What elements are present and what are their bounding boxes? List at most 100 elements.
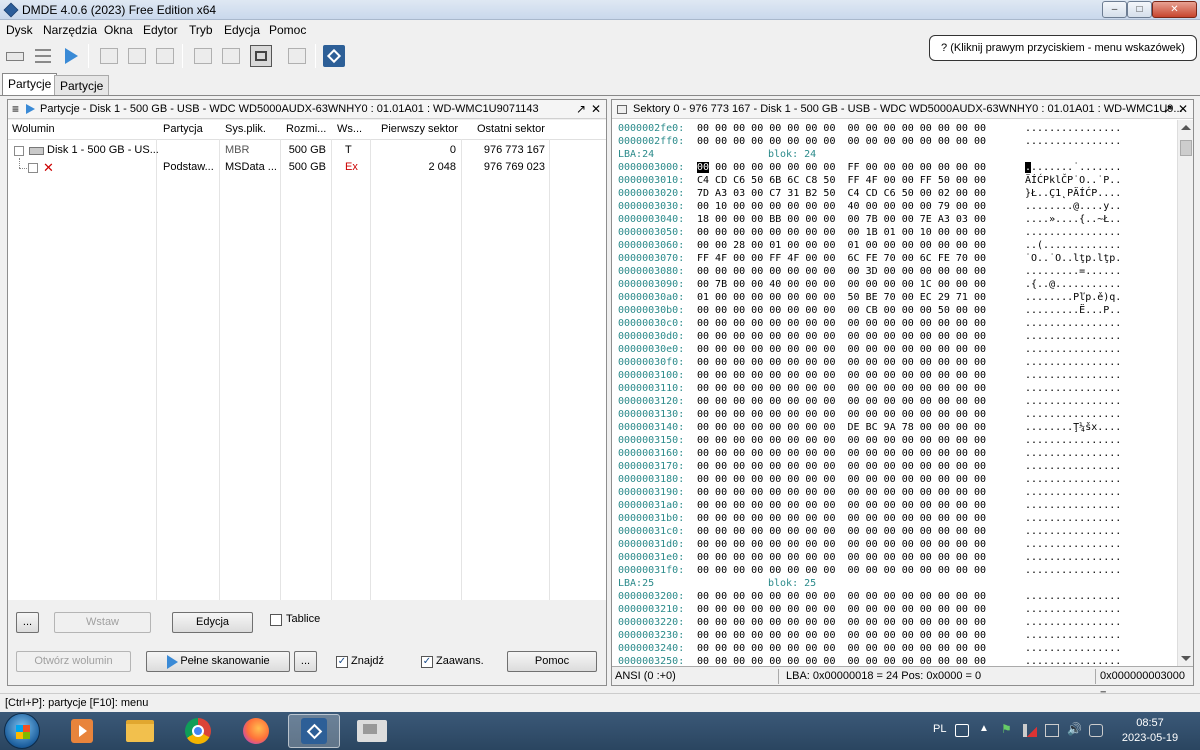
help-button[interactable]: Pomoc (507, 651, 597, 672)
taskbar-firefox[interactable] (230, 714, 282, 748)
menu-dysk[interactable]: Dysk (6, 23, 33, 37)
scroll-down-icon[interactable] (1181, 656, 1191, 661)
taskbar-dmde[interactable] (288, 714, 340, 748)
language-indicator[interactable]: PL (933, 723, 946, 735)
close-button[interactable]: ✕ (1152, 1, 1197, 18)
hex-ascii[interactable]: ................ (1025, 434, 1121, 447)
hex-ascii[interactable]: ................ (1025, 395, 1121, 408)
hex-bytes[interactable]: 00 00 00 00 00 00 00 00 00 00 00 00 00 0… (697, 330, 986, 343)
hex-ascii[interactable]: ..(............. (1025, 239, 1121, 252)
find-button[interactable] (125, 44, 149, 68)
hex-bytes[interactable]: 00 00 00 00 00 00 00 00 00 CB 00 00 00 5… (697, 304, 986, 317)
hex-bytes[interactable]: 00 10 00 00 00 00 00 00 40 00 00 00 00 7… (697, 200, 986, 213)
hex-bytes[interactable]: 00 00 00 00 00 00 00 00 00 00 00 00 00 0… (697, 551, 986, 564)
hex-ascii[interactable]: ˙O..˙O..lţp.lţp. (1025, 252, 1121, 265)
hex-ascii[interactable]: ................ (1025, 538, 1121, 551)
hex-ascii[interactable]: ................ (1025, 343, 1121, 356)
volume-icon[interactable]: 🔊 (1067, 722, 1082, 736)
hex-ascii[interactable]: ........Pľp.ě)q. (1025, 291, 1121, 304)
tab-partycje-active[interactable]: Partycje (2, 73, 58, 96)
hex-bytes[interactable]: 00 00 00 00 00 00 00 00 00 1B 01 00 10 0… (697, 226, 986, 239)
clock[interactable]: 08:57 2023-05-19 (1115, 716, 1185, 746)
menu-tryb[interactable]: Tryb (189, 23, 213, 37)
hex-bytes[interactable]: 00 00 00 00 00 00 00 00 00 00 00 00 00 0… (697, 408, 986, 421)
hex-ascii[interactable]: ................ (1025, 590, 1121, 603)
hex-ascii[interactable]: ....»....{..~Ł.. (1025, 213, 1121, 226)
hex-ascii[interactable]: ................ (1025, 655, 1121, 666)
hex-ascii[interactable]: ........Ţ¼šx.... (1025, 421, 1121, 434)
hex-bytes[interactable]: 00 00 00 00 00 00 00 00 00 00 00 00 00 0… (697, 616, 986, 629)
column-header-filesystem[interactable]: Sys.plik. (225, 123, 266, 135)
hex-bytes[interactable]: 00 00 00 00 00 00 00 00 00 00 00 00 00 0… (697, 135, 986, 148)
hex-bytes[interactable]: 00 00 00 00 00 00 00 00 00 00 00 00 00 0… (697, 590, 986, 603)
hex-bytes[interactable]: 01 00 00 00 00 00 00 00 50 BE 70 00 EC 2… (697, 291, 986, 304)
hex-bytes[interactable]: 00 00 00 00 00 00 00 00 00 00 00 00 00 0… (697, 369, 986, 382)
close-panel-icon[interactable]: ✕ (591, 100, 601, 118)
hex-bytes[interactable]: 00 00 00 00 00 00 00 00 00 00 00 00 00 0… (697, 564, 986, 577)
open-volume-button[interactable]: Otwórz wolumin (16, 651, 131, 672)
hex-ascii[interactable]: ................ (1025, 473, 1121, 486)
hex-bytes[interactable]: 00 00 00 00 00 00 00 00 00 00 00 00 00 0… (697, 603, 986, 616)
row2-partition[interactable]: Podstaw... (163, 161, 214, 173)
start-button[interactable] (4, 713, 40, 749)
find-checkbox[interactable]: ✓ (336, 656, 348, 668)
maximize-button[interactable]: □ (1127, 1, 1152, 18)
show-hidden-icons-icon[interactable]: ▲ (979, 723, 993, 736)
scan-options-button[interactable]: ... (294, 651, 317, 672)
hex-bytes[interactable]: 00 00 00 00 00 00 00 00 00 00 00 00 00 0… (697, 122, 986, 135)
hex-ascii[interactable]: ................ (1025, 317, 1121, 330)
new-file-button[interactable] (153, 44, 177, 68)
menu-okna[interactable]: Okna (104, 23, 133, 37)
more-options-button[interactable]: ... (16, 612, 39, 633)
menu-edytor[interactable]: Edytor (143, 23, 178, 37)
scroll-thumb[interactable] (1180, 140, 1192, 156)
row1-volume[interactable]: Disk 1 - 500 GB - US... (47, 144, 159, 156)
taskbar-explorer[interactable] (114, 714, 166, 748)
hex-ascii[interactable]: ................ (1025, 122, 1121, 135)
hex-bytes[interactable]: 00 00 00 00 00 00 00 00 00 00 00 00 00 0… (697, 486, 986, 499)
hex-ascii[interactable]: ................ (1025, 642, 1121, 655)
hex-ascii[interactable]: ................ (1025, 330, 1121, 343)
maximize-panel-icon[interactable]: ↗ (576, 100, 586, 118)
insert-button[interactable]: Wstaw (54, 612, 151, 633)
hex-ascii[interactable]: ................ (1025, 499, 1121, 512)
hex-bytes[interactable]: 00 00 00 00 00 00 00 00 00 00 00 00 00 0… (697, 655, 986, 666)
hex-ascii[interactable]: ................ (1025, 629, 1121, 642)
hex-ascii[interactable]: ................ (1025, 382, 1121, 395)
column-header-size[interactable]: Rozmi... (286, 123, 326, 135)
hex-view-button[interactable] (249, 44, 273, 68)
taskbar-app[interactable] (346, 714, 398, 748)
hex-bytes[interactable]: 00 00 00 00 00 00 00 00 00 00 00 00 00 0… (697, 343, 986, 356)
hex-ascii[interactable]: ................ (1025, 135, 1121, 148)
open-volume-button[interactable] (97, 44, 121, 68)
display-icon[interactable] (1045, 724, 1059, 737)
taskbar-chrome[interactable] (172, 714, 224, 748)
hex-ascii[interactable]: ................ (1025, 460, 1121, 473)
hex-bytes[interactable]: 00 7B 00 00 40 00 00 00 00 00 00 00 1C 0… (697, 278, 986, 291)
tables-checkbox[interactable] (270, 614, 282, 626)
action-center-icon[interactable]: ⚑ (1001, 722, 1015, 736)
hex-bytes[interactable]: 00 00 00 00 00 00 00 00 00 00 00 00 00 0… (697, 395, 986, 408)
menu-pomoc[interactable]: Pomoc (269, 23, 306, 37)
maximize-panel-icon[interactable]: ↗ (1163, 100, 1173, 118)
column-header-volume[interactable]: Wolumin (12, 123, 55, 135)
hex-ascii[interactable]: ................ (1025, 408, 1121, 421)
hex-ascii[interactable]: ÄÍĆPklČP˙O..˙P.. (1025, 174, 1121, 187)
hex-bytes[interactable]: 7D A3 03 00 C7 31 B2 50 C4 CD C6 50 00 0… (697, 187, 986, 200)
hex-bytes[interactable]: FF 4F 00 00 FF 4F 00 00 6C FE 70 00 6C F… (697, 252, 986, 265)
hex-ascii[interactable]: .{..@........... (1025, 278, 1121, 291)
hex-cursor[interactable]: 00 (697, 162, 710, 173)
tab-partycje[interactable]: Partycje (54, 75, 110, 96)
hex-bytes[interactable]: 00 00 28 00 01 00 00 00 01 00 00 00 00 0… (697, 239, 986, 252)
full-scan-button[interactable]: Pełne skanowanie (146, 651, 290, 672)
hex-bytes[interactable]: 00 00 00 00 00 00 00 00 00 00 00 00 00 0… (697, 499, 986, 512)
encoding-status[interactable]: ANSI (0 :+0) (615, 667, 676, 685)
column-header-partition[interactable]: Partycja (163, 123, 203, 135)
hex-bytes[interactable]: C4 CD C6 50 6B 6C C8 50 FF 4F 00 00 FF 5… (697, 174, 986, 187)
hex-bytes[interactable]: 00 00 00 00 00 00 00 00 00 00 00 00 00 0… (697, 382, 986, 395)
hex-bytes[interactable]: 00 00 00 00 00 00 00 00 00 00 00 00 00 0… (697, 629, 986, 642)
hex-ascii[interactable]: }Ł..Ç1˛PÄÍĆP.... (1025, 187, 1121, 200)
advanced-checkbox[interactable]: ✓ (421, 656, 433, 668)
select-disk-button[interactable] (3, 44, 27, 68)
column-header-first-sector[interactable]: Pierwszy sektor (381, 123, 458, 135)
